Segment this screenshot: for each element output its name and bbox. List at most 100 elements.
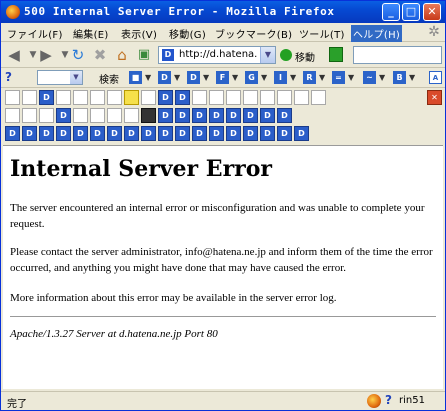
bookmark-shortcut-icon[interactable]: D (192, 108, 207, 123)
bookmark-shortcut-icon[interactable] (5, 108, 20, 123)
bookmark-shortcut-icon[interactable] (22, 108, 37, 123)
bookmark-shortcut-icon[interactable]: D (107, 126, 122, 141)
bookmark-shortcut-icon[interactable]: D (226, 108, 241, 123)
bookmark-shortcut-icon[interactable] (243, 90, 258, 105)
bookmark-shortcut-icon[interactable]: D (73, 126, 88, 141)
bookmark-shortcut-icon[interactable] (141, 90, 156, 105)
chevron-down-icon[interactable]: ▼ (348, 73, 354, 82)
title-bar[interactable]: 500 Internal Server Error - Mozilla Fire… (1, 1, 445, 23)
bookmark-shortcut-icon[interactable]: D (158, 108, 173, 123)
menu-edit[interactable]: 編集(E) (71, 25, 111, 42)
back-button[interactable]: ◀ (4, 45, 24, 65)
chevron-down-icon[interactable]: ▼ (379, 73, 385, 82)
bookmark-shortcut-icon[interactable] (5, 90, 20, 105)
bookmark-shortcut-icon[interactable]: D (175, 108, 190, 123)
bookmark-shortcut-icon[interactable]: D (209, 108, 224, 123)
toolbar-tool-6[interactable]: I (274, 71, 287, 84)
stop-button[interactable]: ✖ (90, 45, 110, 65)
bookmark-shortcut-icon[interactable] (90, 108, 105, 123)
bookmark-shortcut-icon[interactable]: D (243, 126, 258, 141)
chevron-down-icon[interactable]: ▼ (261, 73, 267, 82)
firefox-status-icon[interactable] (367, 394, 381, 408)
bookmark-shortcut-icon[interactable]: D (294, 126, 309, 141)
toolbar-tool-4[interactable]: F (216, 71, 229, 84)
help-icon[interactable]: ? (5, 70, 12, 84)
bookmark-shortcut-icon[interactable] (90, 90, 105, 105)
bookmark-shortcut-icon[interactable]: D (5, 126, 20, 141)
bookmark-shortcut-icon[interactable]: D (260, 108, 275, 123)
go-button[interactable]: 移動 (295, 49, 315, 64)
bookmark-shortcut-icon[interactable] (107, 108, 122, 123)
toolbar-tool-10[interactable]: B (393, 71, 406, 84)
maximize-button[interactable]: □ (402, 3, 420, 21)
bookmark-shortcut-icon[interactable]: D (226, 126, 241, 141)
bookmark-shortcut-icon[interactable]: D (158, 90, 173, 105)
chevron-down-icon[interactable]: ▼ (409, 73, 415, 82)
bookmark-shortcut-icon[interactable]: D (124, 126, 139, 141)
toolbar-tool-9[interactable]: ~ (363, 71, 376, 84)
bookmark-shortcut-icon[interactable]: D (260, 126, 275, 141)
bookmark-shortcut-icon[interactable] (107, 90, 122, 105)
bookmark-shortcut-icon[interactable] (294, 90, 309, 105)
bookmark-shortcut-icon[interactable] (124, 90, 139, 105)
bookmark-shortcut-icon[interactable]: D (141, 126, 156, 141)
close-button[interactable]: ✕ (423, 3, 441, 21)
menu-tools[interactable]: ツール(T) (297, 25, 347, 42)
minimize-button[interactable]: _ (382, 3, 400, 21)
bookmark-shortcut-icon[interactable]: D (175, 90, 190, 105)
chevron-down-icon[interactable]: ▼ (203, 73, 209, 82)
search-input[interactable] (353, 46, 442, 64)
bookmark-shortcut-icon[interactable]: D (243, 108, 258, 123)
bookmark-shortcut-icon[interactable]: D (90, 126, 105, 141)
bookmark-shortcut-icon[interactable] (277, 90, 292, 105)
toolbar-tool-8[interactable]: = (332, 71, 345, 84)
forward-button[interactable]: ▶ (36, 45, 56, 65)
help-status-icon[interactable]: ? (385, 393, 392, 407)
bookmark-shortcut-icon[interactable]: D (277, 108, 292, 123)
bookmark-shortcut-icon[interactable]: D (175, 126, 190, 141)
url-bar[interactable]: D http://d.hatena.ne.jp/ ▼ (158, 46, 276, 64)
bookmark-shortcut-icon[interactable]: D (56, 108, 71, 123)
bookmark-shortcut-icon[interactable] (56, 90, 71, 105)
chevron-down-icon[interactable]: ▼ (319, 73, 325, 82)
close-toolbar-icon[interactable]: ✕ (427, 90, 442, 105)
bookmark-shortcut-icon[interactable] (124, 108, 139, 123)
bookmark-shortcut-icon[interactable] (39, 108, 54, 123)
bookmark-shortcut-icon[interactable] (209, 90, 224, 105)
bookmark-shortcut-icon[interactable] (73, 108, 88, 123)
bookmark-shortcut-icon[interactable]: D (56, 126, 71, 141)
menu-file[interactable]: ファイル(F) (5, 25, 65, 42)
menu-bookmarks[interactable]: ブックマーク(B) (213, 25, 294, 42)
bookmark-shortcut-icon[interactable] (73, 90, 88, 105)
bookmark-shortcut-icon[interactable] (311, 90, 326, 105)
chevron-down-icon[interactable]: ▼ (145, 73, 151, 82)
bookmark-icon[interactable] (329, 47, 343, 62)
menu-help[interactable]: ヘルプ(H) (351, 25, 403, 42)
bookmark-shortcut-icon[interactable] (260, 90, 275, 105)
toolbar-tool-3[interactable]: D (187, 71, 200, 84)
bookmark-shortcut-icon[interactable]: D (277, 126, 292, 141)
reload-button[interactable]: ↻ (68, 45, 88, 65)
chevron-down-icon[interactable]: ▼ (174, 73, 180, 82)
toolbar-tool-7[interactable]: R (303, 71, 316, 84)
menu-view[interactable]: 表示(V) (119, 25, 159, 42)
search-engine-select[interactable]: ▼ (37, 70, 83, 85)
go-icon[interactable] (280, 49, 292, 61)
bookmark-shortcut-icon[interactable] (141, 108, 156, 123)
bookmark-shortcut-icon[interactable]: D (192, 126, 207, 141)
bookmark-shortcut-icon[interactable] (226, 90, 241, 105)
bookmark-shortcut-icon[interactable] (192, 90, 207, 105)
home-button[interactable]: ⌂ (112, 45, 132, 65)
chevron-down-icon[interactable]: ▼ (290, 73, 296, 82)
url-input[interactable]: http://d.hatena.ne.jp/ (179, 49, 257, 60)
toolbar-tool-1[interactable]: ■ (129, 71, 142, 84)
bookmark-shortcut-icon[interactable]: D (22, 126, 37, 141)
url-history-dropdown[interactable]: ▼ (260, 47, 275, 63)
bookmark-shortcut-icon[interactable]: D (209, 126, 224, 141)
toolbar-tool-11[interactable]: A (429, 71, 442, 84)
search-button[interactable]: 検索 (99, 71, 119, 86)
chevron-down-icon[interactable]: ▼ (232, 73, 238, 82)
bookmark-shortcut-icon[interactable]: D (39, 126, 54, 141)
bookmark-page-icon[interactable]: ▣ (134, 45, 154, 65)
bookmark-shortcut-icon[interactable] (22, 90, 37, 105)
